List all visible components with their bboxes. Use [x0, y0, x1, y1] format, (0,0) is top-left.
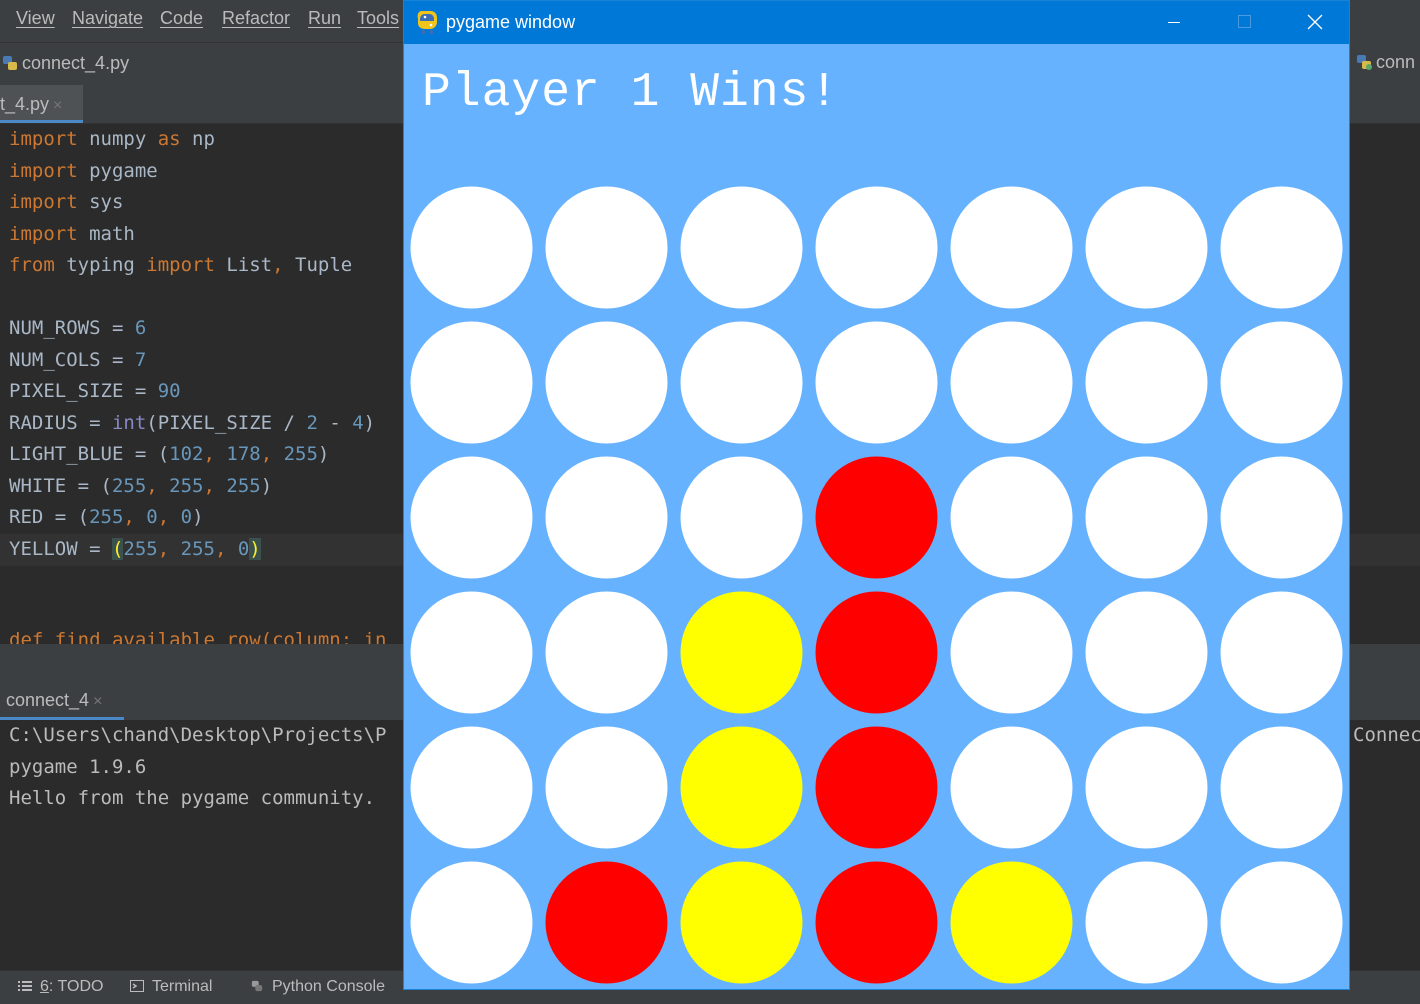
python-console-icon [251, 980, 263, 992]
code-line: import sys [9, 191, 124, 213]
code-line: WHITE = (255, 255, 255) [9, 475, 273, 497]
code-line: import numpy as np [9, 128, 215, 150]
close-icon[interactable]: × [93, 693, 102, 710]
board-slot-yellow[interactable] [950, 861, 1073, 984]
board-slot-empty[interactable] [680, 321, 803, 444]
window-titlebar[interactable]: pygame window [404, 1, 1349, 44]
board-slot-red[interactable] [815, 591, 938, 714]
code-line: RED = (255, 0, 0) [9, 506, 204, 528]
code-line: LIGHT_BLUE = (102, 178, 255) [9, 443, 330, 465]
python-file-icon [3, 56, 17, 70]
board-slot-empty[interactable] [1220, 861, 1343, 984]
board-slot-yellow[interactable] [680, 591, 803, 714]
window-title: pygame window [446, 12, 576, 32]
board-slot-empty[interactable] [410, 861, 533, 984]
board-slot-empty[interactable] [410, 726, 533, 849]
board-slot-yellow[interactable] [680, 861, 803, 984]
board-slot-red[interactable] [545, 861, 668, 984]
code-line: PIXEL_SIZE = 90 [9, 380, 181, 402]
code-line: import math [9, 223, 135, 245]
board-slot-empty[interactable] [545, 591, 668, 714]
board-slot-red[interactable] [815, 726, 938, 849]
breadcrumb-file-label: connect_4.py [22, 53, 130, 73]
board-slot-empty[interactable] [1220, 591, 1343, 714]
board-slot-empty[interactable] [950, 186, 1073, 309]
pygame-logo-icon [417, 11, 437, 34]
close-icon[interactable]: × [53, 97, 62, 114]
board-slot-empty[interactable] [950, 456, 1073, 579]
maximize-icon [1238, 15, 1251, 28]
code-line: from typing import List, Tuple [9, 254, 353, 276]
menu-tools[interactable]: Tools [357, 8, 399, 29]
python-file-icon [1357, 55, 1372, 70]
code-line: RADIUS = int(PIXEL_SIZE / 2 - 4) [9, 412, 376, 434]
right-tab-label: conn [1376, 52, 1416, 72]
board-slot-empty[interactable] [680, 456, 803, 579]
editor-tab-connect-4[interactable]: t_4.py × [0, 85, 83, 123]
menu-refactor[interactable]: Refactor [222, 8, 290, 29]
menu-run[interactable]: Run [308, 8, 341, 29]
board-slot-red[interactable] [815, 456, 938, 579]
code-line: NUM_ROWS = 6 [9, 317, 147, 339]
board-slot-empty[interactable] [1085, 861, 1208, 984]
board-slot-empty[interactable] [1220, 726, 1343, 849]
board-slot-empty[interactable] [815, 321, 938, 444]
menu-navigate[interactable]: Navigate [72, 8, 143, 29]
board-slot-empty[interactable] [410, 591, 533, 714]
console-line: pygame 1.9.6 [9, 756, 147, 778]
board-slot-empty[interactable] [545, 456, 668, 579]
board-slot-empty[interactable] [1220, 456, 1343, 579]
maximize-button[interactable] [1209, 1, 1279, 44]
console-line-right-fragment: Connec [1353, 724, 1420, 746]
board-slot-empty[interactable] [545, 321, 668, 444]
game-canvas[interactable]: Player 1 Wins! [404, 44, 1349, 989]
board-slot-empty[interactable] [1220, 186, 1343, 309]
breadcrumb-file[interactable]: connect_4.py [2, 53, 129, 74]
todo-tool-button[interactable]: 6: TODO [18, 978, 103, 996]
board-slot-empty[interactable] [1085, 321, 1208, 444]
board-slot-empty[interactable] [1085, 591, 1208, 714]
minimize-button[interactable] [1139, 1, 1209, 44]
minimize-icon [1168, 22, 1180, 23]
board-slot-yellow[interactable] [680, 726, 803, 849]
console-line: C:\Users\chand\Desktop\Projects\P [9, 724, 387, 746]
board-slot-empty[interactable] [545, 186, 668, 309]
board-slot-empty[interactable] [950, 726, 1073, 849]
board-slot-empty[interactable] [1085, 186, 1208, 309]
terminal-icon [130, 980, 144, 992]
code-line: YELLOW = (255, 255, 0) [9, 538, 261, 560]
board-slot-empty[interactable] [1085, 726, 1208, 849]
run-tab-label: connect_4 [6, 690, 90, 710]
run-tab-connect-4[interactable]: connect_4 × [0, 680, 124, 720]
board-slot-empty[interactable] [410, 321, 533, 444]
board-slot-empty[interactable] [1220, 321, 1343, 444]
connect-four-board[interactable] [404, 44, 1349, 989]
python-console-tool-button[interactable]: Python Console [250, 978, 385, 996]
board-slot-empty[interactable] [815, 186, 938, 309]
editor-tab-label: t_4.py [0, 94, 50, 114]
board-slot-empty[interactable] [680, 186, 803, 309]
code-line: NUM_COLS = 7 [9, 349, 147, 371]
close-icon [1307, 14, 1323, 30]
board-slot-empty[interactable] [545, 726, 668, 849]
close-button[interactable] [1279, 1, 1349, 44]
menu-code[interactable]: Code [160, 8, 203, 29]
board-slot-red[interactable] [815, 861, 938, 984]
right-editor-tab[interactable]: conn [1350, 42, 1420, 84]
code-line: import pygame [9, 160, 158, 182]
list-icon [18, 981, 32, 991]
board-slot-empty[interactable] [410, 186, 533, 309]
pygame-window[interactable]: pygame window Player 1 Wins! [403, 0, 1350, 990]
console-line: Hello from the pygame community. [9, 787, 376, 809]
code-line: def find_available_row(column: in [9, 629, 387, 644]
board-slot-empty[interactable] [1085, 456, 1208, 579]
menu-view[interactable]: View [16, 8, 55, 29]
board-slot-empty[interactable] [950, 591, 1073, 714]
board-slot-empty[interactable] [410, 456, 533, 579]
board-slot-empty[interactable] [950, 321, 1073, 444]
terminal-tool-button[interactable]: Terminal [130, 978, 212, 996]
